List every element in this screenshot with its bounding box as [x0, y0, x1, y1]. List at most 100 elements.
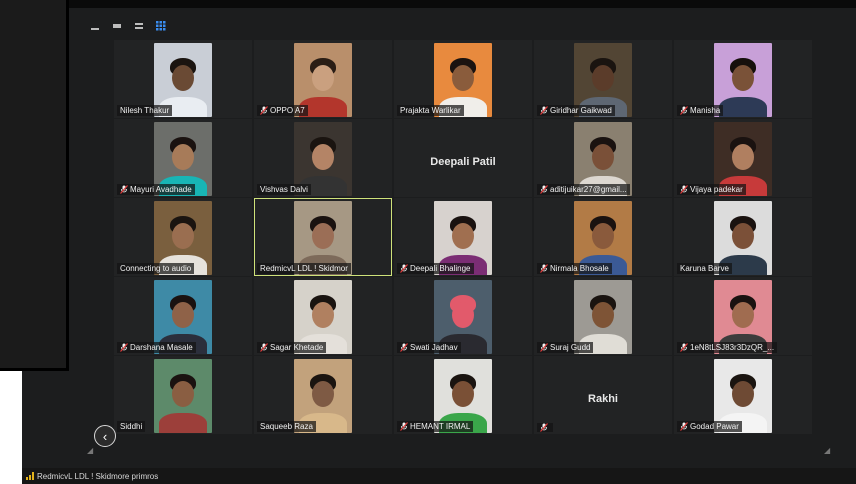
participant-tile[interactable]: Godad Pawar	[674, 356, 812, 434]
participant-tile[interactable]: Suraj Gudd	[534, 277, 672, 355]
participant-tile[interactable]: Saqueeb Raza	[254, 356, 392, 434]
participant-tile[interactable]: Giridhar Gaikwad	[534, 40, 672, 118]
minimize-icon[interactable]	[88, 19, 102, 33]
participant-tile[interactable]: OPPO A7	[254, 40, 392, 118]
participant-tile[interactable]: 1eN8tLSJ83r3DzQR_...	[674, 277, 812, 355]
participant-name-text: RedmicvL LDL ! Skidmor	[260, 264, 348, 273]
participant-tile[interactable]: Karuna Barve	[674, 198, 812, 276]
participant-name-text: Vijaya padekar	[690, 185, 743, 194]
participant-tile[interactable]: Mayuri Avadhade	[114, 119, 252, 197]
back-page-button[interactable]: ‹	[94, 425, 116, 447]
resize-handle-left-icon[interactable]: ◢	[87, 446, 93, 455]
participant-tile[interactable]: Vijaya padekar	[674, 119, 812, 197]
view-toolbar	[88, 18, 168, 34]
participant-tile[interactable]: Nilesh Thakur	[114, 40, 252, 118]
participant-name-label: Nilesh Thakur	[117, 105, 173, 116]
muted-mic-icon	[540, 423, 548, 432]
participant-name-label: OPPO A7	[257, 105, 308, 116]
gallery-grid: Nilesh Thakur OPPO A7 Prajakta Warlikar Gir…	[87, 40, 834, 455]
participant-name-text: Godad Pawar	[690, 422, 739, 431]
muted-mic-icon	[680, 185, 688, 194]
participant-tile[interactable]: Nirmala Bhosale	[534, 198, 672, 276]
restore-icon[interactable]	[110, 19, 124, 33]
muted-mic-icon	[260, 343, 268, 352]
muted-mic-icon	[400, 264, 408, 273]
participant-tile[interactable]: Sagar Khetade	[254, 277, 392, 355]
status-bar: RedmicvL LDL ! Skidmore primros	[22, 468, 856, 484]
resize-handle-right-icon[interactable]: ◢	[824, 446, 830, 455]
participant-name-label: Vijaya padekar	[677, 184, 746, 195]
muted-mic-icon	[120, 185, 128, 194]
muted-mic-icon	[400, 343, 408, 352]
participant-tile[interactable]: RedmicvL LDL ! Skidmor	[254, 198, 392, 276]
status-bar-text: RedmicvL LDL ! Skidmore primros	[37, 471, 159, 481]
participant-tile[interactable]: Deepali Bhalinge	[394, 198, 532, 276]
participant-name-text: Suraj Gudd	[550, 343, 591, 352]
participant-name-label: Manisha	[677, 105, 724, 116]
participant-tile[interactable]: Deepali Patil	[394, 119, 532, 197]
participant-tile[interactable]: Darshana Masale	[114, 277, 252, 355]
participant-name-label: Vishvas Dalvi	[257, 184, 311, 195]
participant-name-label: 1eN8tLSJ83r3DzQR_...	[677, 342, 778, 353]
signal-strength-icon	[26, 472, 34, 480]
muted-mic-icon	[260, 106, 268, 115]
participant-name-label: Giridhar Gaikwad	[537, 105, 615, 116]
participant-tile[interactable]: HEMANT IRMAL	[394, 356, 532, 434]
muted-mic-icon	[680, 343, 688, 352]
participant-tile[interactable]: Swati Jadhav	[394, 277, 532, 355]
top-edge-bar	[0, 0, 856, 8]
participant-name-text: Siddhi	[120, 422, 143, 431]
participant-name-text: Vishvas Dalvi	[260, 185, 308, 194]
muted-mic-icon	[540, 264, 548, 273]
window-icon[interactable]	[132, 19, 146, 33]
participant-name-text: Karuna Barve	[680, 264, 729, 273]
muted-mic-icon	[540, 343, 548, 352]
participant-name-text: Saqueeb Raza	[260, 422, 313, 431]
participant-name-label: aditijuikar27@gmail...	[537, 184, 630, 195]
muted-mic-icon	[680, 106, 688, 115]
participant-video	[154, 359, 212, 433]
participant-name-label: Karuna Barve	[677, 263, 732, 274]
participant-name-text: Giridhar Gaikwad	[550, 106, 612, 115]
participant-name-label: Swati Jadhav	[397, 342, 461, 353]
participant-name-label: Prajakta Warlikar	[397, 105, 464, 116]
participant-tile[interactable]: Connecting to audio	[114, 198, 252, 276]
participant-name-label: Mayuri Avadhade	[117, 184, 195, 195]
gallery-grid-icon[interactable]	[154, 19, 168, 33]
participant-name-center: Rakhi	[588, 393, 618, 405]
participant-tile[interactable]: Manisha	[674, 40, 812, 118]
participant-name-label: Deepali Bhalinge	[397, 263, 474, 274]
participant-name-label: Godad Pawar	[677, 421, 742, 432]
participant-name-text: Nirmala Bhosale	[550, 264, 609, 273]
muted-mic-icon	[540, 106, 548, 115]
participant-name-text: OPPO A7	[270, 106, 305, 115]
participant-tile[interactable]: Prajakta Warlikar	[394, 40, 532, 118]
participant-name-label: HEMANT IRMAL	[397, 421, 474, 432]
participant-tile[interactable]: Siddhi	[114, 356, 252, 434]
participant-name-label: Siddhi	[117, 421, 146, 432]
overlapping-window-panel	[0, 0, 69, 371]
muted-mic-icon	[120, 343, 128, 352]
participant-name-text: Swati Jadhav	[410, 343, 458, 352]
participant-name-text: Prajakta Warlikar	[400, 106, 461, 115]
participant-name-text: Manisha	[690, 106, 721, 115]
participant-name-text: Nilesh Thakur	[120, 106, 170, 115]
muted-mic-icon	[680, 422, 688, 431]
participant-name-label: RedmicvL LDL ! Skidmor	[257, 263, 351, 274]
participant-name-text: aditijuikar27@gmail...	[550, 185, 627, 194]
participant-tile[interactable]: Vishvas Dalvi	[254, 119, 392, 197]
participant-name-label: Nirmala Bhosale	[537, 263, 612, 274]
participant-name-text: 1eN8tLSJ83r3DzQR_...	[690, 343, 775, 352]
participant-name-label	[537, 423, 553, 432]
participant-tile[interactable]: aditijuikar27@gmail...	[534, 119, 672, 197]
participant-name-label: Darshana Masale	[117, 342, 196, 353]
participant-name-text: HEMANT IRMAL	[410, 422, 471, 431]
participant-name-text: Mayuri Avadhade	[130, 185, 192, 194]
participant-name-label: Connecting to audio	[117, 263, 195, 274]
muted-mic-icon	[540, 185, 548, 194]
participant-name-label: Sagar Khetade	[257, 342, 327, 353]
participant-name-label: Suraj Gudd	[537, 342, 594, 353]
participant-name-text: Darshana Masale	[130, 343, 193, 352]
participant-tile[interactable]: Rakhi	[534, 356, 672, 434]
participant-name-label: Saqueeb Raza	[257, 421, 316, 432]
